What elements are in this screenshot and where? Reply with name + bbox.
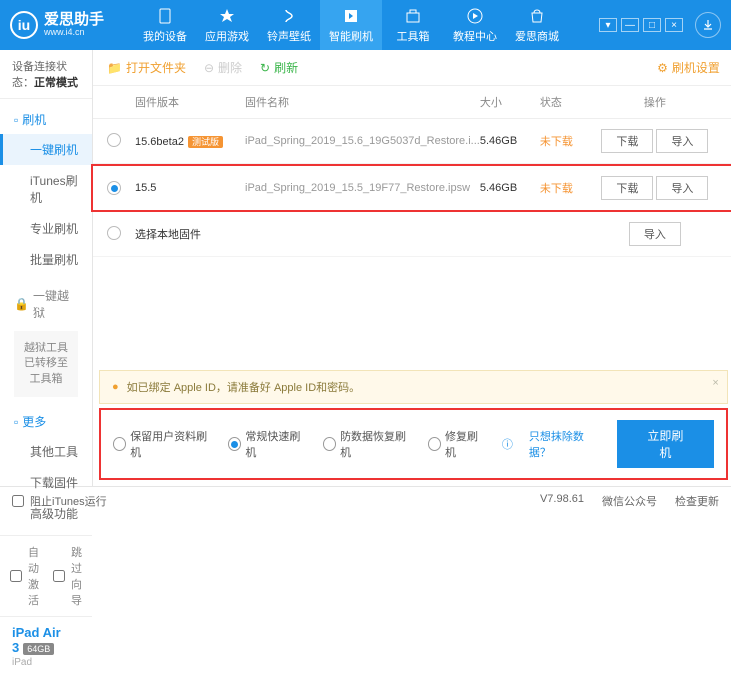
sidebar-section-more[interactable]: ▫ 更多 — [0, 407, 92, 436]
toolbox-icon — [403, 6, 423, 26]
logo-icon: iu — [10, 11, 38, 39]
sidebar-section-jailbreak[interactable]: 🔒 一键越狱 — [0, 281, 92, 327]
import-button[interactable]: 导入 — [656, 176, 708, 200]
local-firmware-row[interactable]: 选择本地固件 导入 — [93, 212, 731, 257]
sidebar-item-more-0[interactable]: 其他工具 — [0, 436, 92, 467]
win-max-icon[interactable]: □ — [643, 18, 661, 32]
radio-fw-0[interactable] — [107, 133, 121, 147]
win-close-icon[interactable]: × — [665, 18, 683, 32]
erase-only-link[interactable]: 只想抹除数据？ — [529, 428, 601, 460]
wechat-link[interactable]: 微信公众号 — [602, 493, 657, 509]
close-warning-icon[interactable]: × — [712, 377, 718, 389]
opt-antirecovery[interactable]: 防数据恢复刷机 — [323, 428, 412, 460]
ring-icon — [279, 6, 299, 26]
warning-icon: ● — [112, 381, 119, 393]
download-button[interactable]: 下载 — [601, 176, 653, 200]
open-folder-button[interactable]: 📁 打开文件夹 — [107, 59, 186, 76]
flash-settings-button[interactable]: ⚙ 刷机设置 — [657, 59, 720, 76]
app-name: 爱思助手 — [44, 12, 104, 29]
firmware-row[interactable]: 15.5iPad_Spring_2019_15.5_19F77_Restore.… — [91, 164, 731, 212]
nav-device[interactable]: 我的设备 — [134, 0, 196, 50]
nav-flash[interactable]: 智能刷机 — [320, 0, 382, 50]
opt-repair[interactable]: 修复刷机 — [428, 428, 486, 460]
download-manager-icon[interactable] — [695, 12, 721, 38]
refresh-button[interactable]: ↻ 刷新 — [260, 59, 298, 76]
win-min-icon[interactable]: — — [621, 18, 639, 32]
radio-local[interactable] — [107, 226, 121, 240]
table-header: 固件版本 固件名称 大小 状态 操作 — [93, 86, 731, 119]
auto-activate-label: 自动激活 — [28, 544, 39, 608]
block-itunes-label: 阻止iTunes运行 — [30, 493, 107, 509]
firmware-row[interactable]: 15.6beta2测试版iPad_Spring_2019_15.6_19G503… — [93, 119, 731, 164]
tutorial-icon — [465, 6, 485, 26]
app-url: www.i4.cn — [44, 28, 104, 38]
check-update-link[interactable]: 检查更新 — [675, 493, 719, 509]
sidebar-section-flash[interactable]: ▫ 刷机 — [0, 105, 92, 134]
skip-guide-checkbox[interactable] — [53, 570, 65, 582]
sidebar-item-flash-0[interactable]: 一键刷机 — [0, 134, 92, 165]
sidebar-item-flash-2[interactable]: 专业刷机 — [0, 213, 92, 244]
nav-ring[interactable]: 铃声壁纸 — [258, 0, 320, 50]
auto-activate-checkbox[interactable] — [10, 570, 22, 582]
nav-store[interactable]: 爱思商城 — [506, 0, 568, 50]
block-itunes-checkbox[interactable] — [12, 495, 24, 507]
apps-icon — [217, 6, 237, 26]
info-icon[interactable]: ⓘ — [502, 436, 513, 452]
device-icon — [155, 6, 175, 26]
flash-now-button[interactable]: 立即刷机 — [617, 420, 714, 468]
import-button[interactable]: 导入 — [656, 129, 708, 153]
version-label: V7.98.61 — [540, 493, 584, 509]
window-controls: ▾ — □ × — [599, 12, 721, 38]
opt-keep-data[interactable]: 保留用户资料刷机 — [113, 428, 212, 460]
download-button[interactable]: 下载 — [601, 129, 653, 153]
appleid-warning: ● 如已绑定 Apple ID，请准备好 Apple ID和密码。 × — [99, 370, 728, 404]
radio-fw-1[interactable] — [107, 181, 121, 195]
sidebar-item-flash-3[interactable]: 批量刷机 — [0, 244, 92, 275]
nav-tutorial[interactable]: 教程中心 — [444, 0, 506, 50]
flash-icon — [341, 6, 361, 26]
app-logo: iu 爱思助手 www.i4.cn — [10, 11, 104, 39]
delete-button[interactable]: ⊖ 删除 — [204, 59, 242, 76]
nav-apps[interactable]: 应用游戏 — [196, 0, 258, 50]
opt-normal[interactable]: 常规快速刷机 — [228, 428, 307, 460]
skip-guide-label: 跳过向导 — [71, 544, 82, 608]
store-icon — [527, 6, 547, 26]
import-button[interactable]: 导入 — [629, 222, 681, 246]
flash-options-bar: 保留用户资料刷机 常规快速刷机 防数据恢复刷机 修复刷机 ⓘ 只想抹除数据？ 立… — [99, 408, 728, 480]
win-menu-icon[interactable]: ▾ — [599, 18, 617, 32]
jailbreak-notice: 越狱工具已转移至 工具箱 — [14, 331, 78, 397]
connection-status: 设备连接状态：正常模式 — [0, 50, 92, 99]
sidebar-item-flash-1[interactable]: iTunes刷机 — [0, 165, 92, 213]
nav-toolbox[interactable]: 工具箱 — [382, 0, 444, 50]
device-info[interactable]: iPad Air 364GB iPad — [0, 616, 92, 676]
